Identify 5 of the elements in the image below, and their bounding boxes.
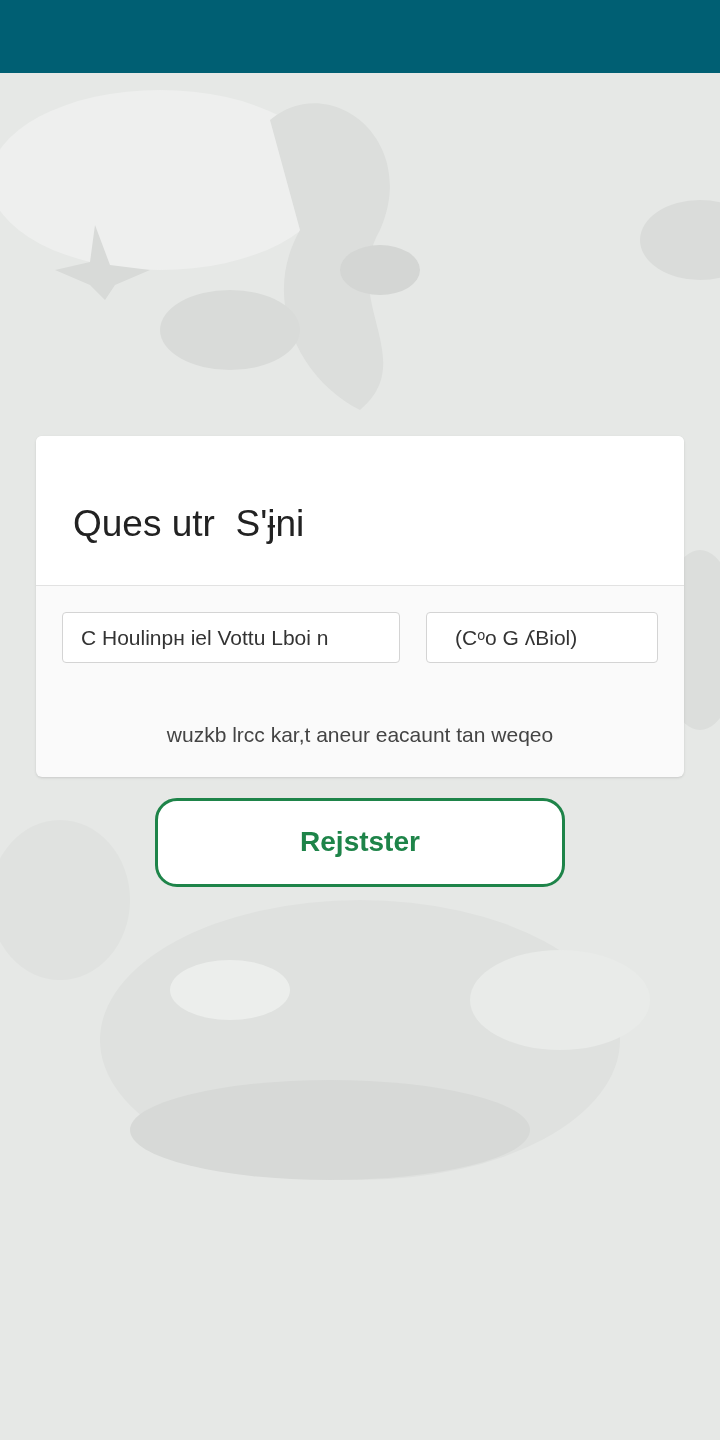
input-field[interactable]: (Cᵒo G ʎBiol) [426,612,658,663]
card-title: Ques utr S'ɉni [73,501,305,546]
note-text: wuzkb lrcc kar,t aneur eacaunt tan weqeo [166,722,554,748]
register-button[interactable]: Rejstster [155,797,565,887]
input-field[interactable]: C Houlinpн iel Vottu Lboi n [62,612,400,663]
